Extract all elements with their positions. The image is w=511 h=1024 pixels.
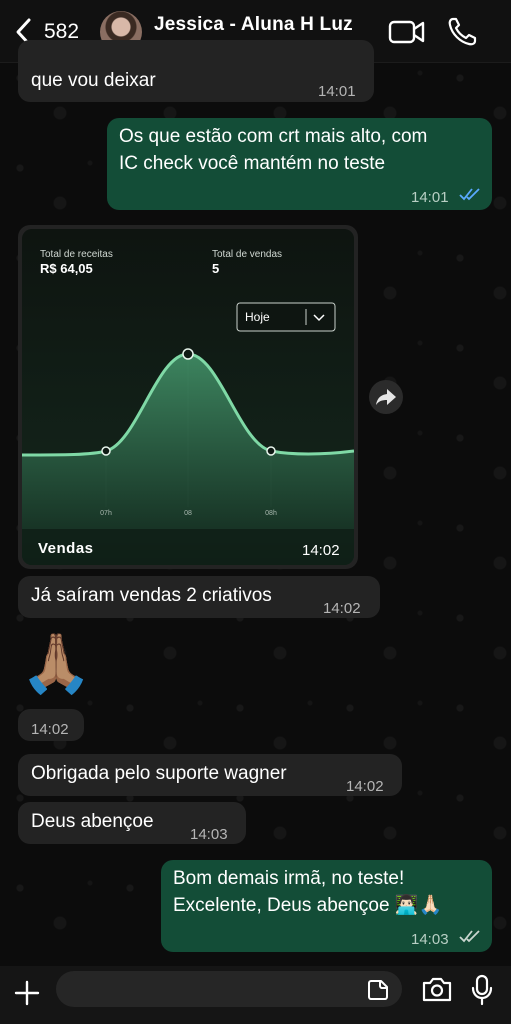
message-text: Deus abençoe (31, 811, 154, 832)
message-time: 14:02 (346, 778, 384, 795)
period-select[interactable]: Hoje (236, 302, 336, 332)
message-time: 14:01 (411, 189, 449, 206)
message-composer (0, 966, 511, 1024)
revenue-label: Total de receitas (40, 249, 113, 260)
dashboard-screenshot[interactable]: Total de receitas R$ 64,05 Total de vend… (22, 229, 354, 565)
message-outgoing[interactable]: Bom demais irmã, no teste! Excelente, De… (161, 860, 492, 952)
sticker-icon[interactable] (366, 978, 390, 1002)
message-time: 14:03 (411, 931, 449, 948)
emoji-time-badge: 14:02 (18, 709, 84, 741)
video-camera-icon[interactable] (388, 18, 426, 46)
chart-tick-label: 07h (100, 510, 112, 517)
message-time: 14:02 (323, 600, 361, 617)
message-text: Bom demais irmã, no teste! Excelente, De… (173, 868, 443, 916)
chart-point (101, 446, 111, 456)
phone-icon[interactable] (446, 16, 478, 48)
camera-icon[interactable] (421, 975, 453, 1003)
read-ticks-icon (459, 188, 480, 201)
image-caption: Vendas (38, 540, 94, 557)
message-text: que vou deixar (31, 70, 156, 91)
sales-dashboard: Total de receitas R$ 64,05 Total de vend… (22, 229, 354, 565)
forward-icon (376, 389, 396, 405)
microphone-icon[interactable] (470, 974, 494, 1006)
message-incoming[interactable]: Já saíram vendas 2 criativos 14:02 (18, 576, 380, 618)
message-incoming[interactable]: Deus abençoe 14:03 (18, 802, 246, 844)
chart-tick-label: 08 (184, 510, 192, 517)
revenue-value: R$ 64,05 (40, 261, 93, 276)
message-time: 14:02 (302, 542, 340, 559)
message-text: Já saíram vendas 2 criativos (31, 585, 272, 606)
message-text: Os que estão com crt mais alto, com IC c… (119, 126, 428, 174)
message-incoming[interactable]: Obrigada pelo suporte wagner 14:02 (18, 754, 402, 796)
chart-point (182, 348, 194, 360)
message-input[interactable] (56, 971, 402, 1007)
contact-name[interactable]: Jessica - Aluna H Luz (154, 14, 353, 36)
message-emoji[interactable]: 🙏🏽 (20, 628, 92, 700)
message-time: 14:02 (31, 721, 69, 738)
plus-icon[interactable] (14, 980, 40, 1006)
message-time: 14:03 (190, 826, 228, 843)
message-outgoing[interactable]: Os que estão com crt mais alto, com IC c… (107, 118, 492, 210)
period-select-value: Hoje (245, 310, 270, 324)
message-incoming[interactable]: que vou deixar 14:01 (18, 40, 374, 102)
message-image[interactable]: Total de receitas R$ 64,05 Total de vend… (18, 225, 358, 569)
chart-point (266, 446, 276, 456)
sales-value: 5 (212, 261, 219, 276)
forward-button[interactable] (369, 380, 403, 414)
sales-label: Total de vendas (212, 249, 282, 260)
message-text: Obrigada pelo suporte wagner (31, 763, 287, 784)
message-time: 14:01 (318, 83, 356, 100)
delivered-ticks-icon (459, 930, 480, 943)
chart-tick-label: 08h (265, 510, 277, 517)
